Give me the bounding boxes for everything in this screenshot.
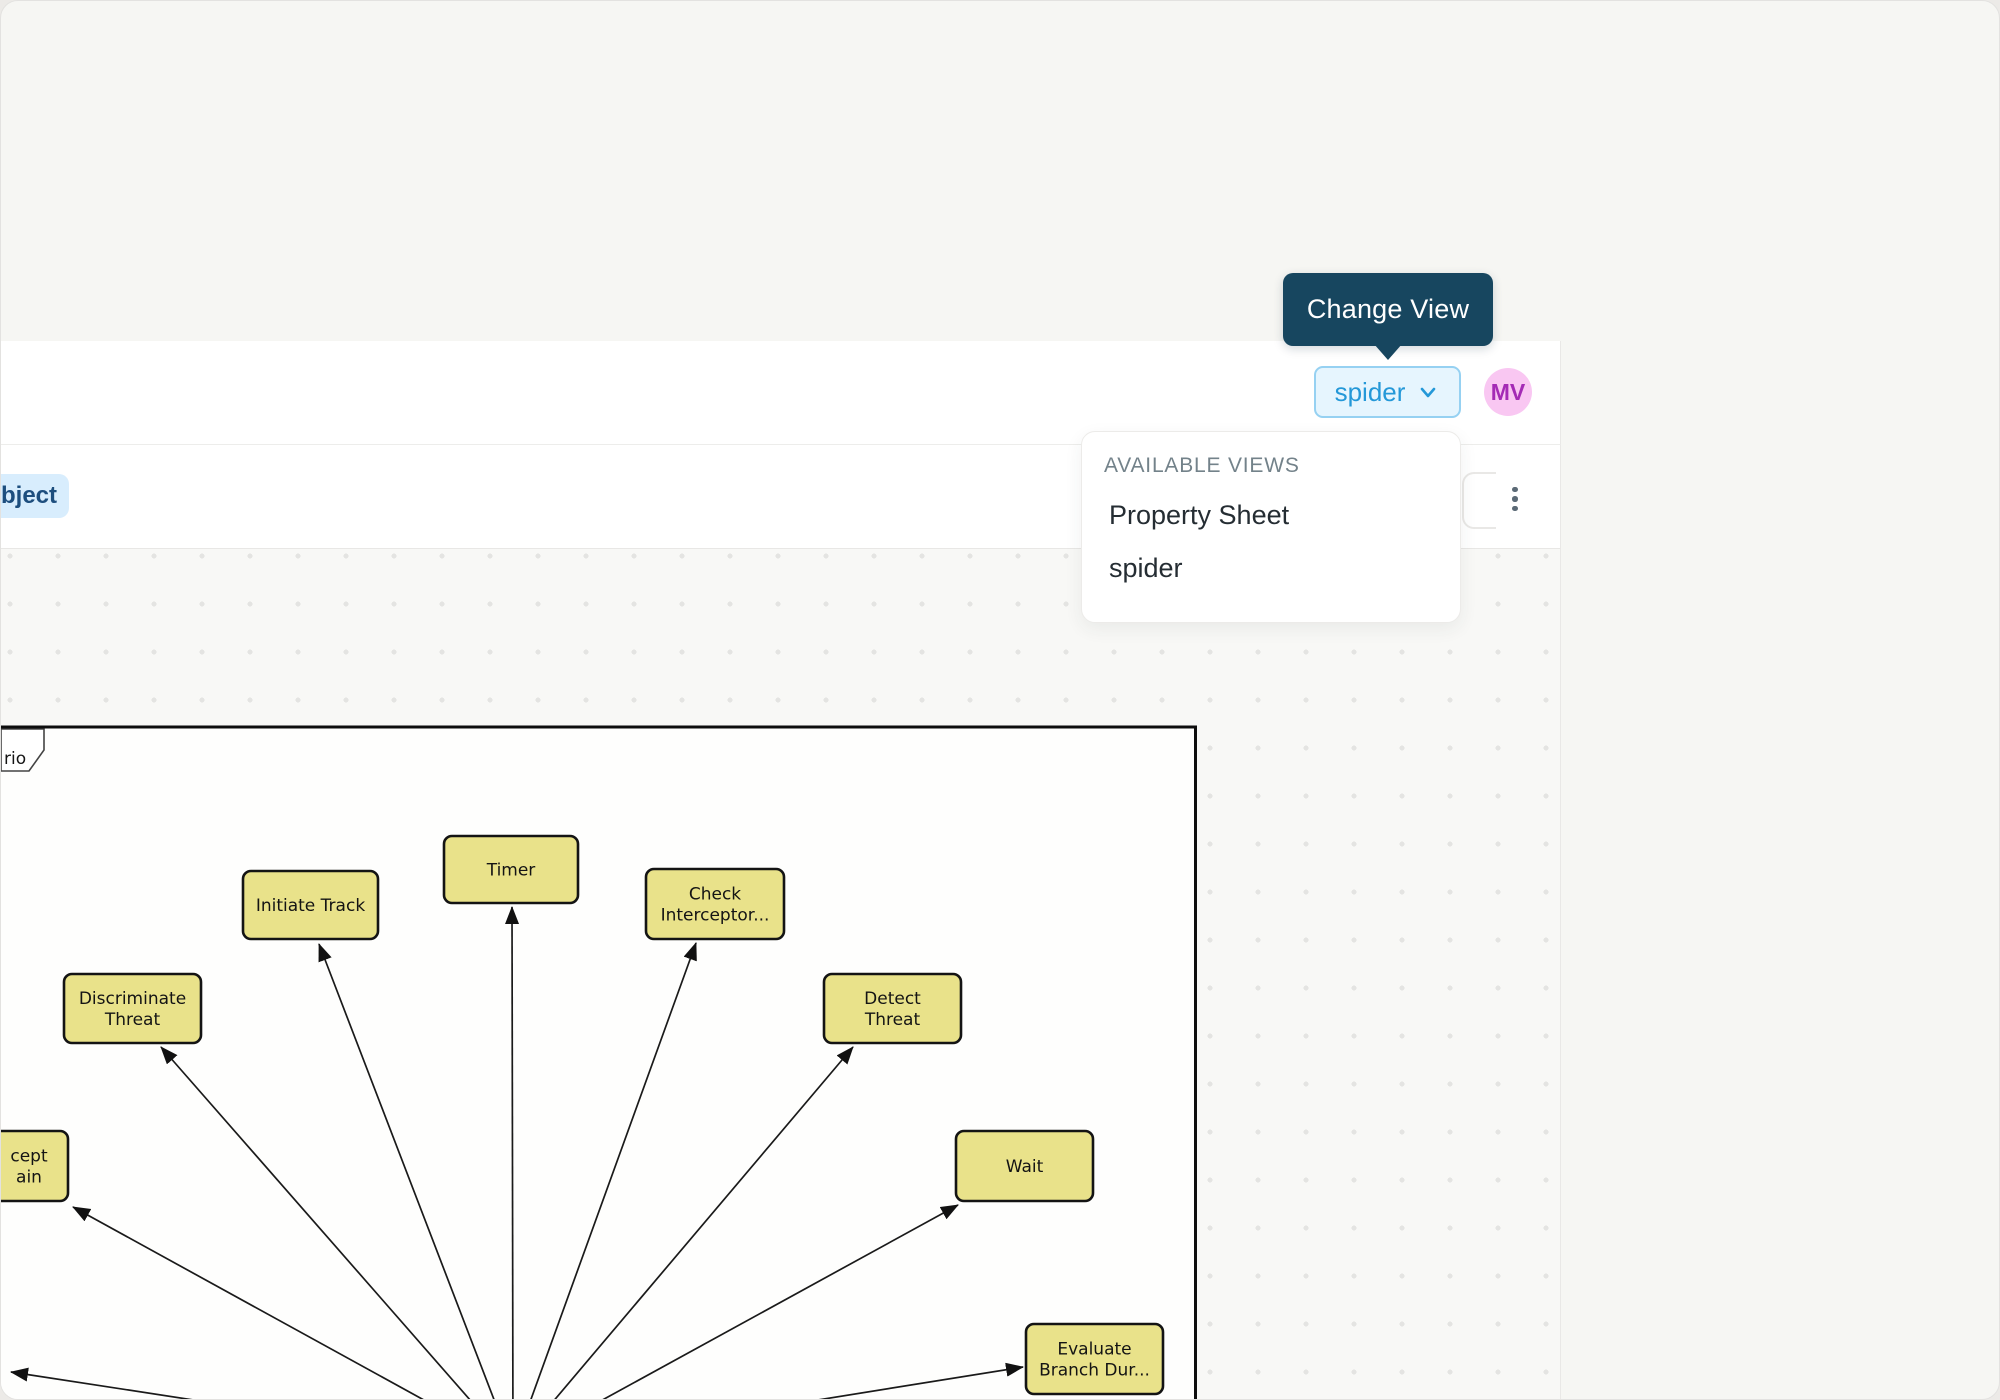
node-label: Initiate Track (256, 896, 365, 916)
node-label: Threat (104, 1010, 161, 1030)
frame-interior (1, 728, 1195, 1400)
node-label: Detect (864, 989, 921, 1009)
node-intercept-chain-clipped[interactable]: ceptain (1, 1131, 68, 1201)
chevron-down-icon (1416, 380, 1440, 404)
node-label: Interceptor... (661, 906, 770, 926)
screenshot-root: Timer Initiate Track CheckInterceptor... De… (0, 0, 2000, 1400)
node-label: Check (689, 885, 741, 905)
node-detect-threat[interactable]: DetectThreat (824, 974, 961, 1043)
node-initiate-track[interactable]: Initiate Track (243, 871, 378, 939)
view-switcher-button[interactable]: spider (1314, 366, 1461, 418)
node-timer[interactable]: Timer (444, 836, 578, 903)
node-evaluate-branch-dur[interactable]: EvaluateBranch Dur... (1026, 1324, 1163, 1394)
available-views-dropdown: AVAILABLE VIEWS Property Sheet spider (1081, 431, 1461, 623)
node-label: cept (10, 1147, 48, 1167)
node-discriminate-threat[interactable]: DiscriminateThreat (64, 974, 201, 1043)
view-option-spider[interactable]: spider (1109, 553, 1460, 584)
available-views-heading: AVAILABLE VIEWS (1104, 454, 1460, 478)
view-switcher-label: spider (1335, 377, 1406, 408)
node-label: ain (16, 1168, 42, 1188)
node-label: Timer (486, 861, 536, 881)
frame-label-text: rio (4, 749, 26, 769)
node-label: Discriminate (79, 989, 186, 1009)
scenario-diagram: Timer Initiate Track CheckInterceptor... De… (1, 549, 1561, 1400)
node-label: Threat (864, 1010, 921, 1030)
user-avatar[interactable]: MV (1484, 368, 1532, 416)
tooltip-arrow (1374, 344, 1402, 360)
node-label: Branch Dur... (1039, 1361, 1150, 1381)
partially-hidden-button[interactable] (1462, 472, 1496, 529)
node-label: Wait (1006, 1157, 1044, 1177)
spider-edge (512, 907, 513, 1400)
change-view-tooltip: Change View (1283, 273, 1493, 346)
kebab-menu-icon[interactable] (1501, 479, 1529, 519)
node-wait[interactable]: Wait (956, 1131, 1093, 1201)
node-label: Evaluate (1057, 1340, 1131, 1360)
node-check-interceptor[interactable]: CheckInterceptor... (646, 869, 784, 939)
object-badge-clipped[interactable]: bject (0, 474, 69, 518)
view-option-property-sheet[interactable]: Property Sheet (1109, 500, 1460, 531)
